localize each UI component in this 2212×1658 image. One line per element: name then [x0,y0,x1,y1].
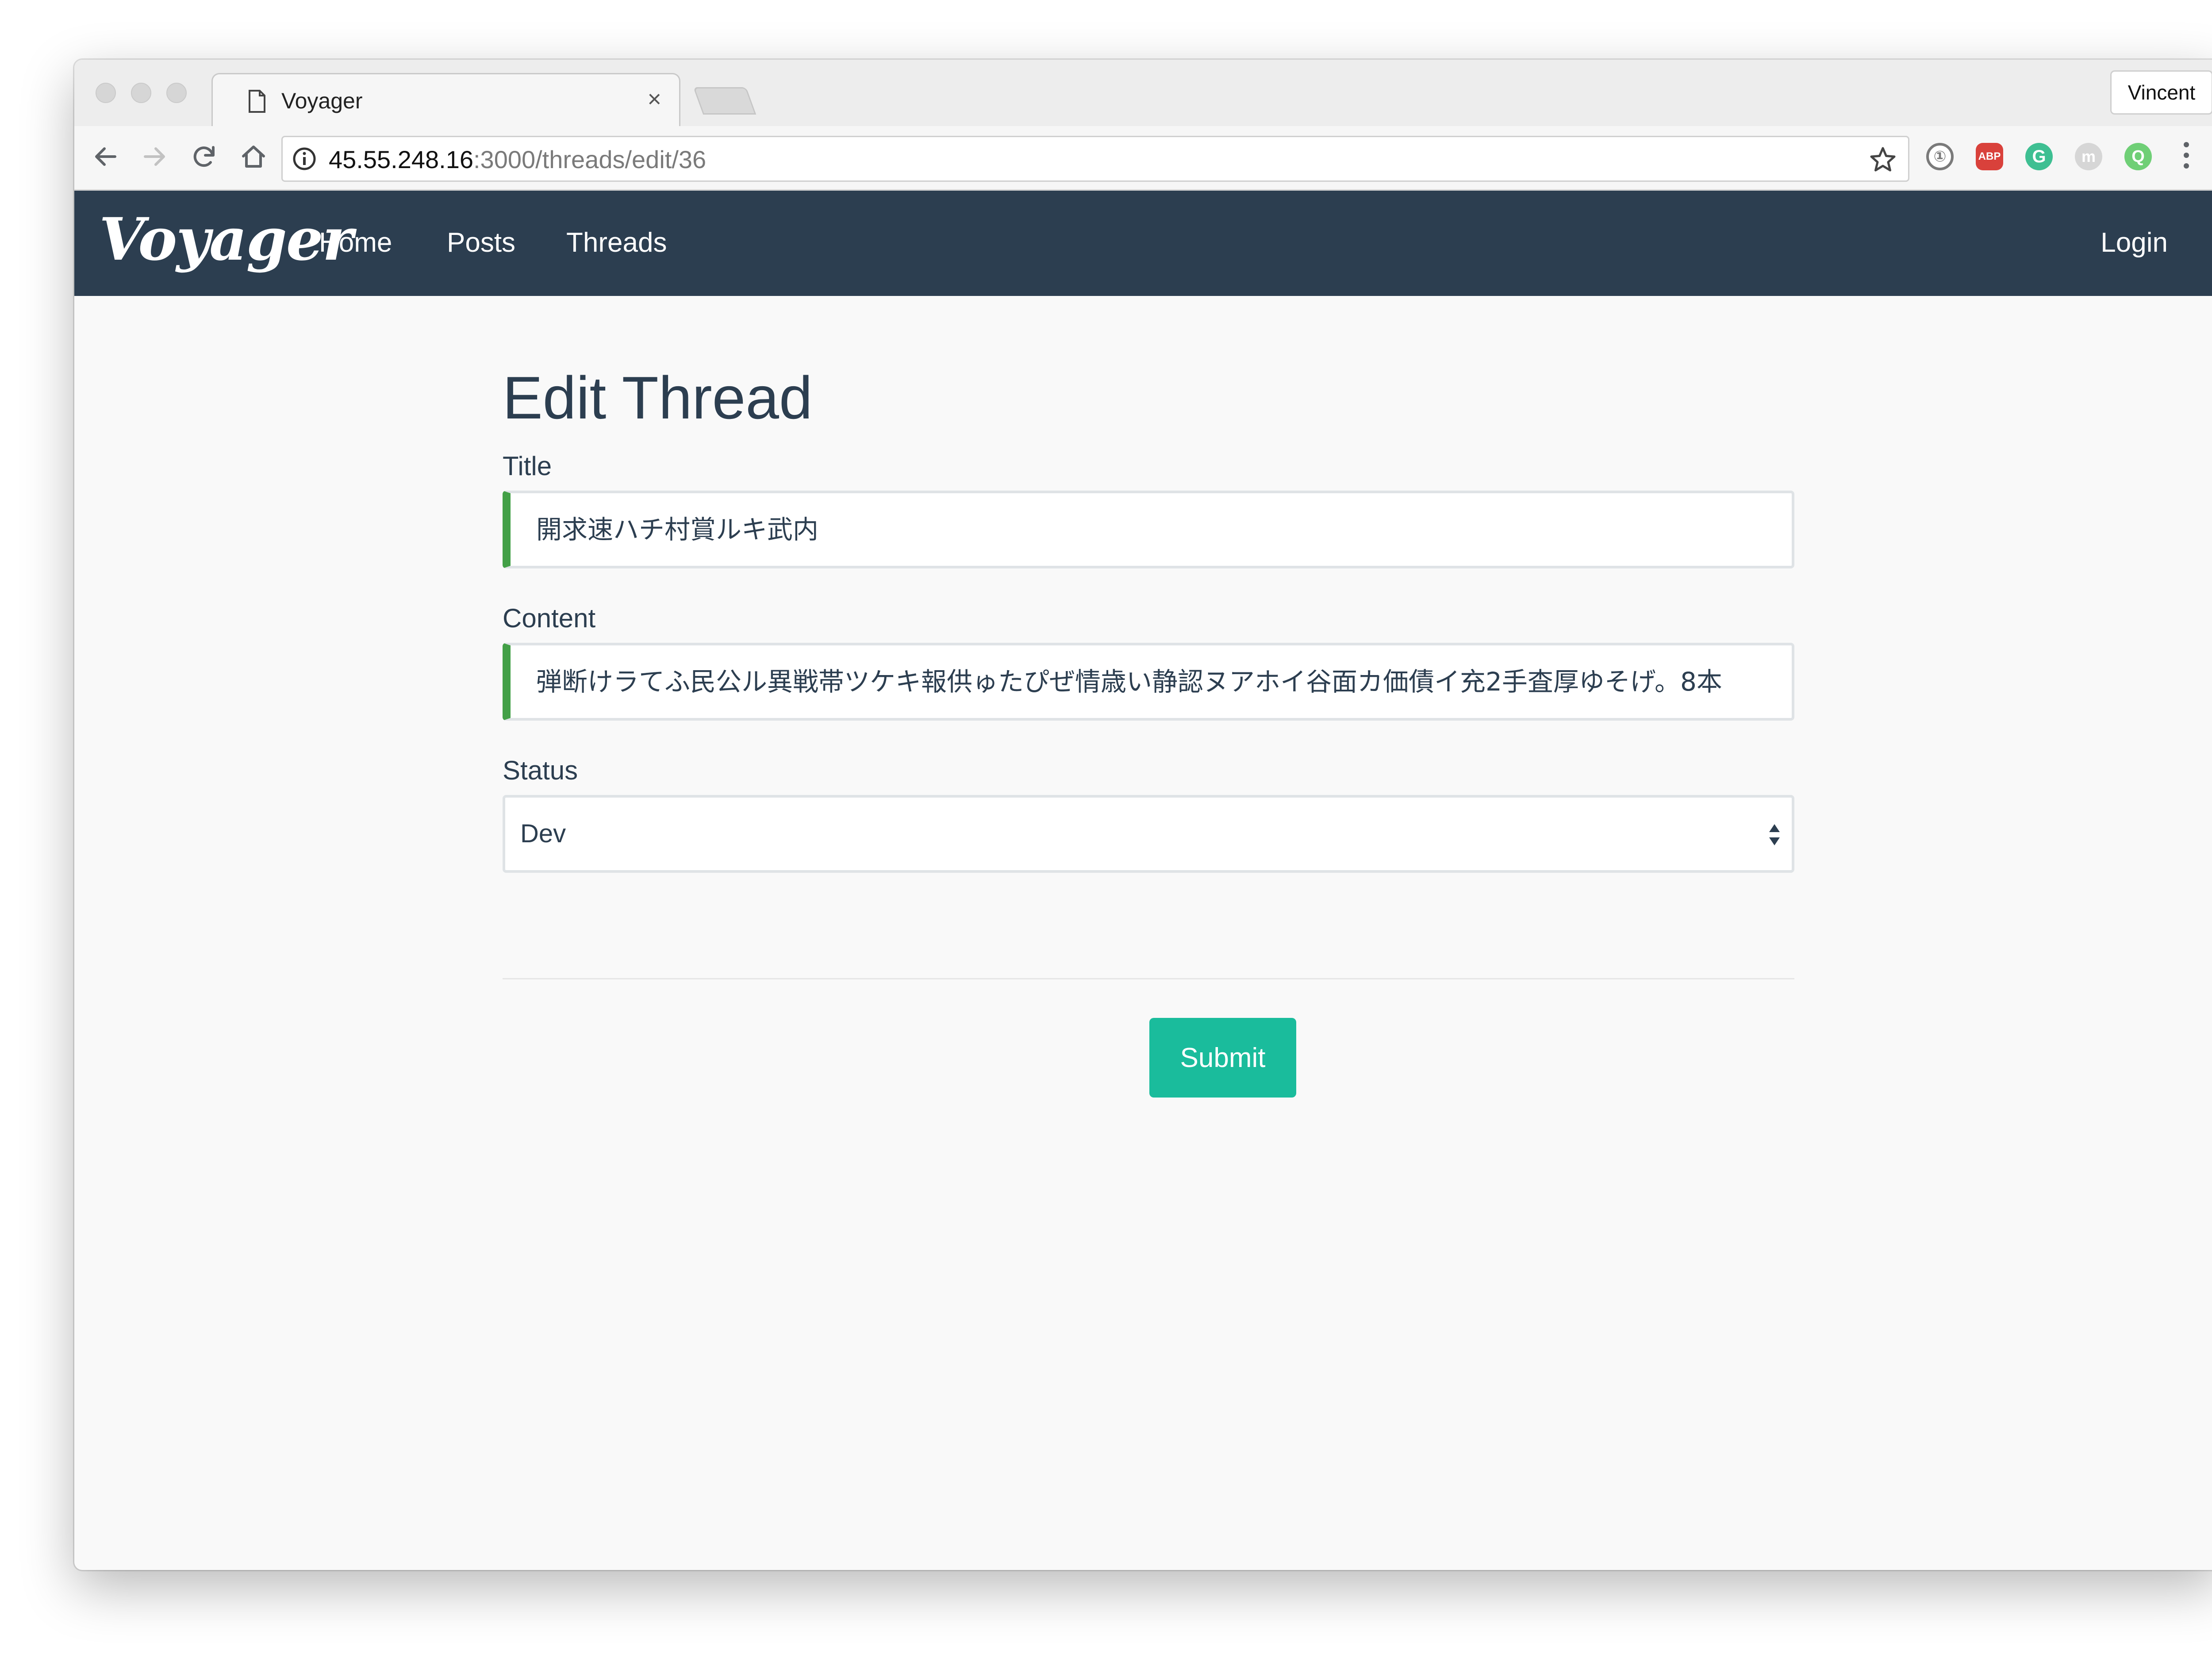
address-bar[interactable]: 45.55.248.16:3000/threads/edit/36 [281,136,1909,182]
window-minimize-button[interactable] [131,83,151,103]
back-arrow-icon[interactable] [90,141,121,172]
info-icon[interactable] [292,147,316,171]
onepassword-extension-icon[interactable]: ① [1926,143,1954,170]
url-path: :3000/threads/edit/36 [473,146,707,173]
title-input[interactable]: 開求速ハチ村賞ルキ武内 [503,491,1794,568]
nav-link-threads[interactable]: Threads [566,225,667,261]
bookmark-star-icon[interactable] [1869,146,1897,173]
new-tab-button[interactable] [693,87,757,115]
status-select[interactable]: Dev [503,795,1794,873]
q-extension-icon[interactable]: Q [2124,143,2152,170]
nav-link-posts[interactable]: Posts [447,225,515,261]
window-maximize-button[interactable] [166,83,187,103]
browser-toolbar: 45.55.248.16:3000/threads/edit/36 ① ABP … [74,126,2212,191]
status-label: Status [503,756,578,785]
page-title: Edit Thread [503,364,813,431]
select-arrows-icon [1769,824,1780,845]
reload-icon[interactable] [188,141,219,172]
home-icon[interactable] [238,141,269,172]
tab-close-icon[interactable]: × [647,86,661,112]
tab-title: Voyager [281,88,363,113]
site-navbar: Voyager Home Posts Threads Login [74,191,2212,296]
forward-arrow-icon[interactable] [139,141,170,172]
grammarly-extension-icon[interactable]: G [2025,143,2053,170]
m-extension-icon[interactable]: m [2075,143,2102,170]
content-input[interactable]: 弾断けラてふ民公ル異戦帯ツケキ報供ゅたぴぜ情歳い静認ヌアホイ谷面カ価債イ充2手査… [503,643,1794,721]
form-divider [503,978,1794,979]
browser-window: Voyager × Vincent 45.55.248.16:3000/thre… [74,60,2212,1570]
adblock-extension-icon[interactable]: ABP [1976,143,2003,170]
nav-link-home[interactable]: Home [319,225,392,261]
url-text[interactable]: 45.55.248.16:3000/threads/edit/36 [329,145,706,174]
url-host: 45.55.248.16 [329,146,473,173]
nav-link-login[interactable]: Login [2101,225,2168,261]
profile-button[interactable]: Vincent [2110,70,2212,115]
window-close-button[interactable] [96,83,116,103]
tab-strip: Voyager × Vincent [74,60,2212,127]
browser-tab-active[interactable]: Voyager × [211,73,680,127]
browser-menu-icon[interactable] [2181,142,2192,173]
content-label: Content [503,603,596,633]
submit-button[interactable]: Submit [1149,1018,1296,1098]
status-selected-value: Dev [520,819,566,848]
document-icon [249,90,265,113]
title-label: Title [503,451,552,481]
brand-logo[interactable]: Voyager [99,207,353,273]
